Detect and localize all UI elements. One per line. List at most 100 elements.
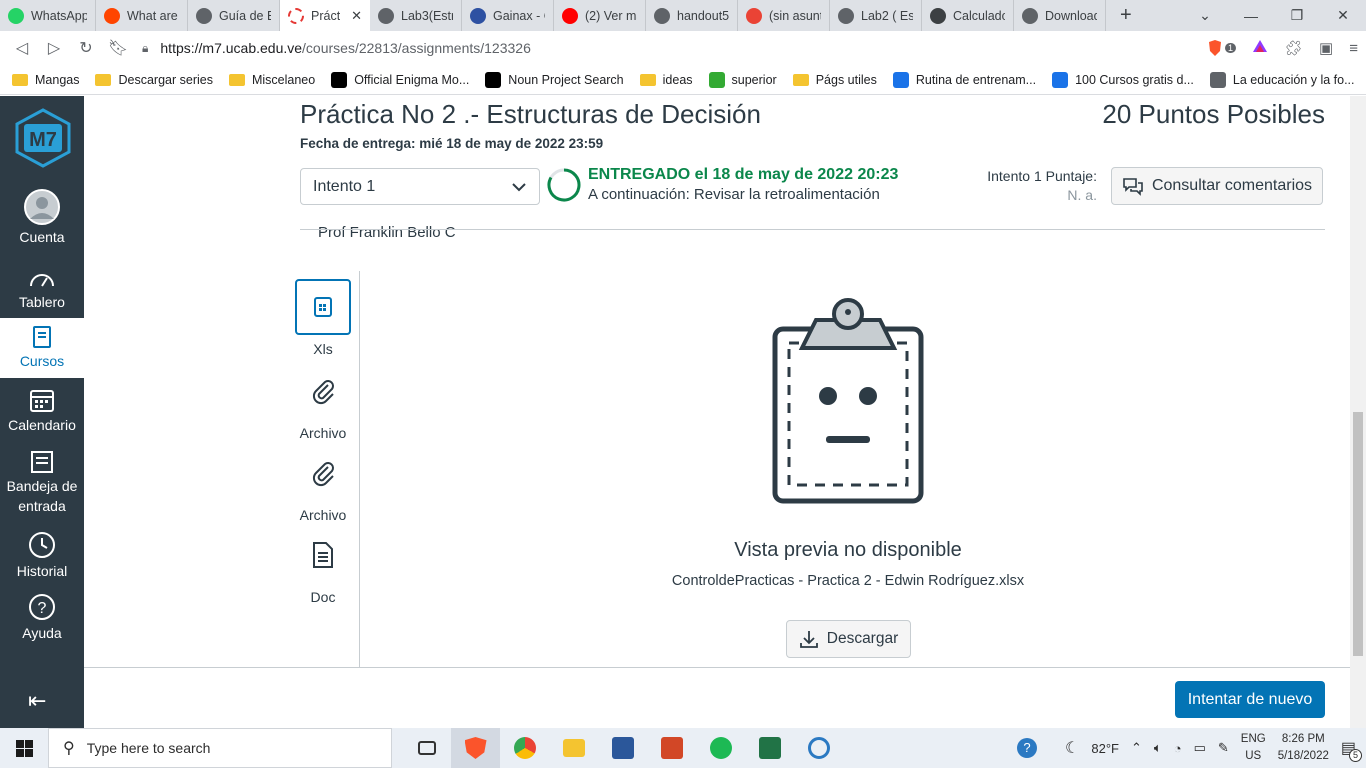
download-button[interactable]: Descargar xyxy=(786,620,911,658)
close-window-icon[interactable]: ✕ xyxy=(1320,7,1366,24)
wallet-icon[interactable]: ▣ xyxy=(1319,39,1333,57)
input-language[interactable]: ENG US xyxy=(1241,731,1266,765)
bookmark-item[interactable]: 100 Cursos gratis d... xyxy=(1052,71,1194,88)
bookmark-label: Descargar series xyxy=(118,72,213,87)
nav-tablero[interactable]: Tablero xyxy=(0,260,84,320)
bookmark-item[interactable]: Mangas xyxy=(12,73,79,87)
menu-icon[interactable]: ≡ xyxy=(1349,40,1358,57)
search-icon: ⚲ xyxy=(63,740,75,757)
logo-text: M7 xyxy=(29,129,57,151)
folder-icon xyxy=(12,73,28,86)
weather-temp[interactable]: 82°F xyxy=(1091,741,1119,756)
powerpoint-app-icon[interactable] xyxy=(647,728,696,768)
browser-tab[interactable]: Gainax - C xyxy=(462,0,554,31)
bookmark-icon[interactable]: 🔖︎ xyxy=(102,38,134,58)
attempt-select[interactable]: Intento 1 xyxy=(300,168,540,205)
submission-files: Xls Archivo Archivo Doc xyxy=(289,271,360,669)
chrome-app-icon[interactable] xyxy=(500,728,549,768)
bookmark-item[interactable]: superior xyxy=(708,71,777,88)
nav-ayuda[interactable]: ? Ayuda xyxy=(0,588,84,648)
spotify-app-icon[interactable] xyxy=(696,728,745,768)
m7-logo[interactable]: M7 xyxy=(14,108,72,168)
tab-label: Lab3(Estru xyxy=(401,8,453,23)
network-icon[interactable]: ◔ xyxy=(1174,741,1182,756)
browser-tab[interactable]: Lab3(Estru xyxy=(370,0,462,31)
file-explorer-icon[interactable] xyxy=(549,728,598,768)
global-navigation: M7 Cuenta Tablero Cursos Calendario Band… xyxy=(0,96,84,728)
page-scrollbar[interactable] xyxy=(1350,96,1366,728)
brave-badge: 1 xyxy=(1224,43,1236,53)
download-icon xyxy=(799,631,818,648)
tab-label: Gainax - C xyxy=(493,8,545,23)
brave-rewards-icon[interactable] xyxy=(1252,38,1268,58)
close-tab-icon[interactable]: ✕ xyxy=(351,8,362,24)
taskbar-search-input[interactable]: ⚲ Type here to search xyxy=(48,728,392,768)
weather-moon-icon[interactable]: ☾ xyxy=(1065,738,1079,758)
scrollbar-thumb[interactable] xyxy=(1353,412,1363,656)
bookmark-item[interactable]: Official Enigma Mo... xyxy=(331,71,469,88)
forward-icon[interactable]: ▷ xyxy=(38,38,70,58)
new-tab-button[interactable]: + xyxy=(1106,4,1146,27)
nav-label: Calendario xyxy=(8,417,76,433)
brave-shield-icon[interactable]: 1 xyxy=(1207,39,1236,57)
browser-tab-bar: WhatsApp What are s Guía de Ej Práctic ✕ Lab3… xyxy=(0,0,1366,31)
back-icon[interactable]: ◁ xyxy=(6,38,38,58)
browser-tab[interactable]: handout5. xyxy=(646,0,738,31)
bookmark-item[interactable]: Descargar series xyxy=(95,72,213,87)
address-bar[interactable]: 🔒︎ https://m7.ucab.edu.ve/courses/22813/… xyxy=(142,34,1182,62)
file-item-archivo-1[interactable]: Archivo xyxy=(295,363,351,441)
browser-tab[interactable]: Lab2 ( Estr xyxy=(830,0,922,31)
tab-search-icon[interactable]: ⌄ xyxy=(1182,7,1228,24)
help-tray-icon[interactable]: ? xyxy=(1017,738,1038,758)
notifications-icon[interactable]: ▤ 5 xyxy=(1341,738,1362,762)
reload-icon[interactable]: ↻ xyxy=(70,38,102,58)
pen-icon[interactable]: ✎ xyxy=(1218,740,1229,756)
show-hidden-icons[interactable]: ⌃ xyxy=(1131,740,1142,756)
retry-button[interactable]: Intentar de nuevo xyxy=(1175,681,1325,718)
file-item-archivo-2[interactable]: Archivo xyxy=(295,445,351,523)
file-item-doc[interactable]: Doc xyxy=(295,527,351,605)
volume-icon[interactable]: 🔈︎ xyxy=(1154,740,1162,756)
brave-app-icon[interactable] xyxy=(451,728,500,768)
nav-calendario[interactable]: Calendario xyxy=(0,381,84,441)
file-item-xls[interactable]: Xls xyxy=(295,279,351,357)
bookmark-item[interactable]: Págs utiles xyxy=(792,73,877,87)
extensions-icon[interactable]: 🧩︎ xyxy=(1284,39,1303,57)
nav-cursos[interactable]: Cursos xyxy=(0,318,84,378)
nav-label: Cursos xyxy=(19,353,65,369)
file-name: ControldePracticas - Practica 2 - Edwin … xyxy=(671,573,1025,589)
browser-tab[interactable]: (sin asunt xyxy=(738,0,830,31)
browser-tab[interactable]: WhatsApp xyxy=(0,0,96,31)
system-clock[interactable]: 8:26 PM 5/18/2022 xyxy=(1278,731,1329,765)
tab-label: Lab2 ( Estr xyxy=(861,8,913,23)
browser-tab[interactable]: What are s xyxy=(96,0,188,31)
windows-start-icon[interactable] xyxy=(0,728,48,768)
browser-tab[interactable]: (2) Ver má xyxy=(554,0,646,31)
restore-icon[interactable]: ❐ xyxy=(1274,7,1320,24)
browser-tab[interactable]: Práctic ✕ xyxy=(280,0,370,31)
word-app-icon[interactable] xyxy=(598,728,647,768)
system-tray: ? ☾ 82°F ⌃ 🔈︎ ◔ ▭ ✎ ENG US 8:26 PM 5/18/… xyxy=(1017,728,1366,768)
favicon-icon xyxy=(1022,7,1038,24)
nav-historial[interactable]: Historial xyxy=(0,526,84,586)
bookmark-item[interactable]: La educación y la fo... xyxy=(1209,71,1355,88)
browser-tab[interactable]: Calculado xyxy=(922,0,1014,31)
excel-app-icon[interactable] xyxy=(745,728,794,768)
minimize-icon[interactable]: — xyxy=(1228,8,1274,24)
view-feedback-button[interactable]: Consultar comentarios xyxy=(1111,167,1323,205)
bookmark-item[interactable]: Noun Project Search xyxy=(485,71,624,88)
tab-label: Download xyxy=(1045,8,1097,23)
battery-icon[interactable]: ▭ xyxy=(1194,740,1206,756)
bookmark-item[interactable]: Miscelaneo xyxy=(228,73,315,87)
nav-bandeja[interactable]: Bandeja de entrada xyxy=(0,446,84,520)
task-view-icon[interactable] xyxy=(402,728,451,768)
collapse-nav-icon[interactable]: ⇤ xyxy=(28,688,46,714)
bookmark-item[interactable]: Rutina de entrenam... xyxy=(892,71,1036,88)
nav-cuenta[interactable]: Cuenta xyxy=(0,188,84,248)
settings-app-icon[interactable] xyxy=(794,728,843,768)
bookmark-item[interactable]: ideas xyxy=(639,73,693,87)
file-preview: Vista previa no disponible ControldePrac… xyxy=(360,271,1350,669)
browser-tab[interactable]: Download xyxy=(1014,0,1106,31)
browser-tab[interactable]: Guía de Ej xyxy=(188,0,280,31)
favicon-icon xyxy=(378,7,394,24)
